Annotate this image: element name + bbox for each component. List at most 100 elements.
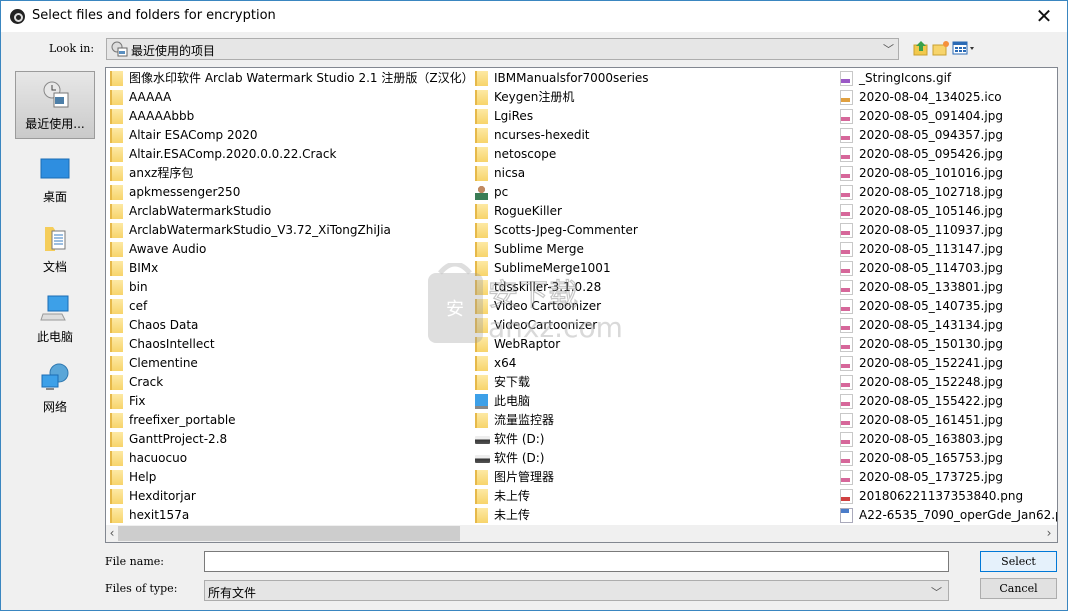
view-menu-icon[interactable] [952, 39, 976, 57]
file-item[interactable]: Altair ESAComp 2020 [108, 126, 474, 145]
file-item[interactable]: 未上传 [473, 506, 649, 525]
file-item[interactable]: Fix [108, 392, 474, 411]
file-item[interactable]: 软件 (D:) [473, 449, 649, 468]
file-type-dropdown[interactable]: 所有文件 ﹀ [204, 580, 949, 601]
file-item[interactable]: 图片管理器 [473, 468, 649, 487]
place-label: 桌面 [42, 190, 67, 204]
place-network[interactable]: 网络 [15, 355, 95, 423]
file-item[interactable]: Scotts-Jpeg-Commenter [473, 221, 649, 240]
file-item[interactable]: freefixer_portable [108, 411, 474, 430]
file-name: 2020-08-05_095426.jpg [859, 147, 1003, 161]
file-item[interactable]: BIMx [108, 259, 474, 278]
new-folder-icon[interactable] [932, 39, 950, 57]
file-name-input[interactable] [204, 551, 949, 572]
file-item[interactable]: hexit157a [108, 506, 474, 525]
file-item[interactable]: 2020-08-04_134025.ico [838, 88, 1057, 107]
file-item[interactable]: anxz程序包 [108, 164, 474, 183]
file-item[interactable]: 2020-08-05_140735.jpg [838, 297, 1057, 316]
file-item[interactable]: Sublime Merge [473, 240, 649, 259]
file-item[interactable]: 2020-08-05_113147.jpg [838, 240, 1057, 259]
file-item[interactable]: 2020-08-05_165753.jpg [838, 449, 1057, 468]
file-item[interactable]: bin [108, 278, 474, 297]
file-item[interactable]: 2020-08-05_133801.jpg [838, 278, 1057, 297]
file-item[interactable]: Video Cartoonizer [473, 297, 649, 316]
place-desktop[interactable]: 桌面 [15, 145, 95, 213]
file-item[interactable]: 2020-08-05_152248.jpg [838, 373, 1057, 392]
file-item[interactable]: x64 [473, 354, 649, 373]
file-item[interactable]: 2020-08-05_114703.jpg [838, 259, 1057, 278]
horizontal-scrollbar[interactable]: ‹ › [106, 525, 1057, 542]
file-item[interactable]: 2020-08-05_143134.jpg [838, 316, 1057, 335]
file-item[interactable]: A22-6535_7090_operGde_Jan62.pdf [838, 506, 1057, 525]
file-item[interactable]: ncurses-hexedit [473, 126, 649, 145]
file-item[interactable]: GanttProject-2.8 [108, 430, 474, 449]
file-item[interactable]: 此电脑 [473, 392, 649, 411]
file-item[interactable]: 2020-08-05_150130.jpg [838, 335, 1057, 354]
file-item[interactable]: apkmessenger250 [108, 183, 474, 202]
file-item[interactable]: cef [108, 297, 474, 316]
file-item[interactable]: Hexditorjar [108, 487, 474, 506]
place-documents[interactable]: 文档 [15, 215, 95, 283]
file-item[interactable]: AAAAA [108, 88, 474, 107]
file-item[interactable]: SublimeMerge1001 [473, 259, 649, 278]
file-item[interactable]: 2020-08-05_163803.jpg [838, 430, 1057, 449]
scroll-right-arrow[interactable]: › [1043, 525, 1055, 542]
file-item[interactable]: 安下载 [473, 373, 649, 392]
file-item[interactable]: WebRaptor [473, 335, 649, 354]
file-item[interactable]: Keygen注册机 [473, 88, 649, 107]
file-item[interactable]: Chaos Data [108, 316, 474, 335]
file-item[interactable]: hacuocuo [108, 449, 474, 468]
file-item[interactable]: nicsa [473, 164, 649, 183]
file-name: Fix [129, 394, 146, 408]
file-item[interactable]: ArclabWatermarkStudio [108, 202, 474, 221]
file-item[interactable]: 2020-08-05_110937.jpg [838, 221, 1057, 240]
file-item[interactable]: 2020-08-05_101016.jpg [838, 164, 1057, 183]
file-item[interactable]: 图像水印软件 Arclab Watermark Studio 2.1 注册版（Z… [108, 69, 474, 88]
file-item[interactable]: Awave Audio [108, 240, 474, 259]
file-item[interactable]: _StringIcons.gif [838, 69, 1057, 88]
folder-icon [110, 223, 123, 238]
file-item[interactable]: IBMManualsfor7000series [473, 69, 649, 88]
file-item[interactable]: VideoCartoonizer [473, 316, 649, 335]
close-button[interactable]: ✕ [1027, 1, 1061, 31]
file-item[interactable]: 2020-08-05_105146.jpg [838, 202, 1057, 221]
up-folder-icon[interactable] [912, 39, 930, 57]
file-item[interactable]: Clementine [108, 354, 474, 373]
file-item[interactable]: 2020-08-05_102718.jpg [838, 183, 1057, 202]
file-item[interactable]: ArclabWatermarkStudio_V3.72_XiTongZhiJia [108, 221, 474, 240]
cancel-button[interactable]: Cancel [980, 578, 1057, 599]
file-item[interactable]: pc [473, 183, 649, 202]
jpg-file-icon [840, 356, 853, 371]
file-item[interactable]: 2020-08-05_161451.jpg [838, 411, 1057, 430]
file-item[interactable]: Altair.ESAComp.2020.0.0.22.Crack [108, 145, 474, 164]
file-name: Keygen注册机 [494, 90, 575, 104]
jpg-file-icon [840, 470, 853, 485]
file-item[interactable]: 2020-08-05_094357.jpg [838, 126, 1057, 145]
file-item[interactable]: Crack [108, 373, 474, 392]
file-name: pc [494, 185, 509, 199]
file-item[interactable]: Help [108, 468, 474, 487]
file-item[interactable]: LgiRes [473, 107, 649, 126]
file-item[interactable]: 软件 (D:) [473, 430, 649, 449]
file-list[interactable]: 图像水印软件 Arclab Watermark Studio 2.1 注册版（Z… [105, 67, 1058, 543]
scrollbar-thumb[interactable] [118, 526, 460, 541]
place-this-pc[interactable]: 此电脑 [15, 285, 95, 353]
file-item[interactable]: 2020-08-05_091404.jpg [838, 107, 1057, 126]
file-item[interactable]: 流量监控器 [473, 411, 649, 430]
file-item[interactable]: ChaosIntellect [108, 335, 474, 354]
place-recent[interactable]: 最近使用... [15, 71, 95, 139]
file-item[interactable]: netoscope [473, 145, 649, 164]
scroll-left-arrow[interactable]: ‹ [106, 525, 118, 542]
file-item[interactable]: 2020-08-05_155422.jpg [838, 392, 1057, 411]
file-item[interactable]: 2020-08-05_152241.jpg [838, 354, 1057, 373]
file-item[interactable]: tdsskiller-3.1.0.28 [473, 278, 649, 297]
file-item[interactable]: 201806221137353840.png [838, 487, 1057, 506]
file-item[interactable]: RogueKiller [473, 202, 649, 221]
look-in-dropdown[interactable]: 最近使用的项目 ﹀ [106, 38, 899, 60]
select-button[interactable]: Select [980, 551, 1057, 572]
file-name: 软件 (D:) [494, 432, 545, 446]
file-item[interactable]: 2020-08-05_173725.jpg [838, 468, 1057, 487]
file-item[interactable]: 2020-08-05_095426.jpg [838, 145, 1057, 164]
file-item[interactable]: AAAAAbbb [108, 107, 474, 126]
file-item[interactable]: 未上传 [473, 487, 649, 506]
